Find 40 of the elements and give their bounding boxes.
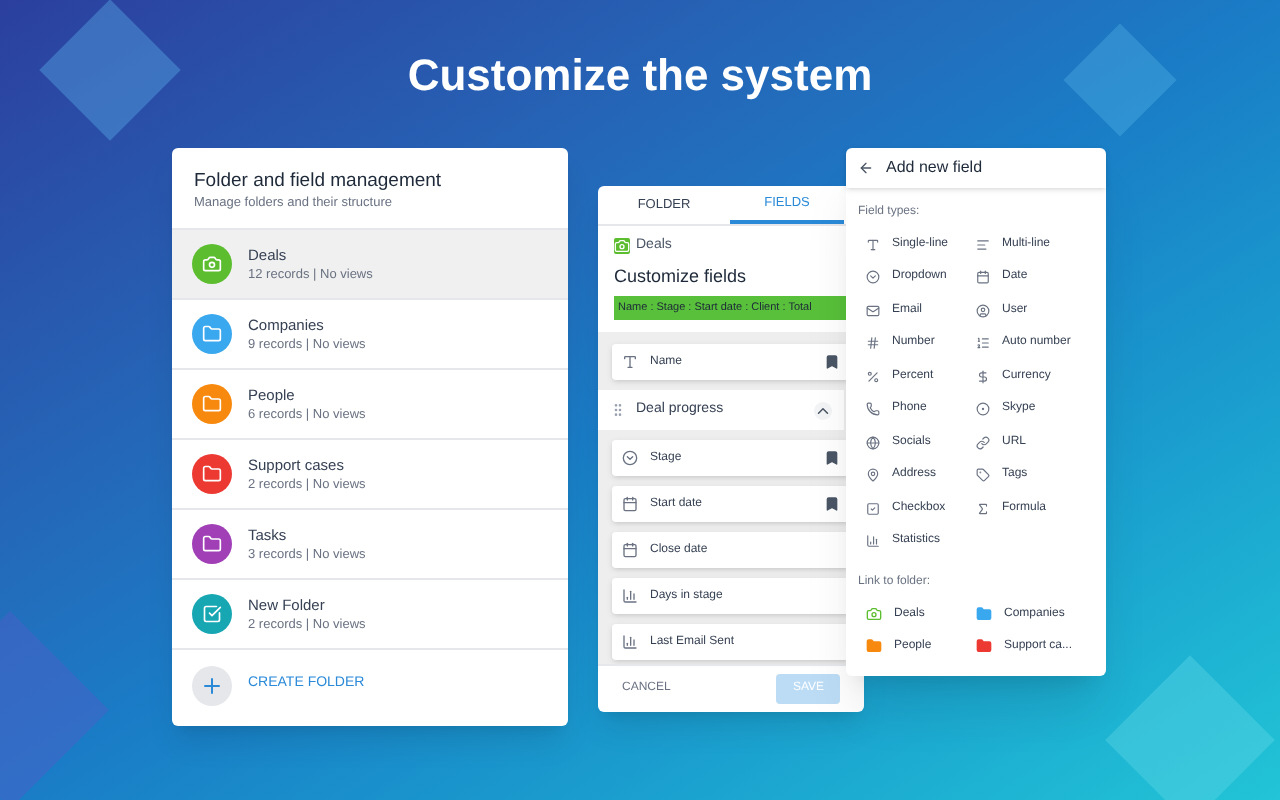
drag-handle-icon [610,402,626,419]
camera-icon [202,254,222,274]
folder-icon [202,324,222,344]
user-icon [976,303,990,318]
hash-icon [866,336,880,351]
lines-icon [976,237,990,252]
folder-icon [202,464,222,484]
percent-icon [866,369,880,384]
circle-icon [976,402,990,417]
checkbox-icon [866,501,880,516]
folder-icon [202,394,222,414]
tag-icon [976,468,990,483]
calendar-icon [622,496,638,513]
back-arrow-icon[interactable] [858,160,874,176]
dropdown-icon [866,270,880,285]
envelope-icon [866,303,880,318]
headline: Customize the system [407,48,873,104]
plus-icon [200,673,224,697]
formula-icon [976,501,990,516]
section-heading: Customize fields [612,263,749,289]
camera-icon [614,238,630,255]
phone-icon [866,402,880,417]
checklist-icon [202,604,222,624]
panel-title: Add new field [886,156,983,180]
chart-icon [622,634,638,651]
calendar-icon [622,542,638,559]
chevron-up-icon[interactable] [814,401,832,420]
text-icon [866,237,880,252]
pin-icon [866,468,880,483]
chart-icon [866,534,880,549]
folder-icon [202,534,222,554]
text-icon [622,354,638,371]
calendar-icon [976,270,990,285]
link-icon [976,435,990,450]
chart-icon [622,588,638,605]
panel-title: Folder and field management [194,168,444,194]
numbered-list-icon [976,336,990,351]
globe-icon [866,435,880,450]
dropdown-icon [622,450,638,467]
dollar-icon [976,369,990,384]
